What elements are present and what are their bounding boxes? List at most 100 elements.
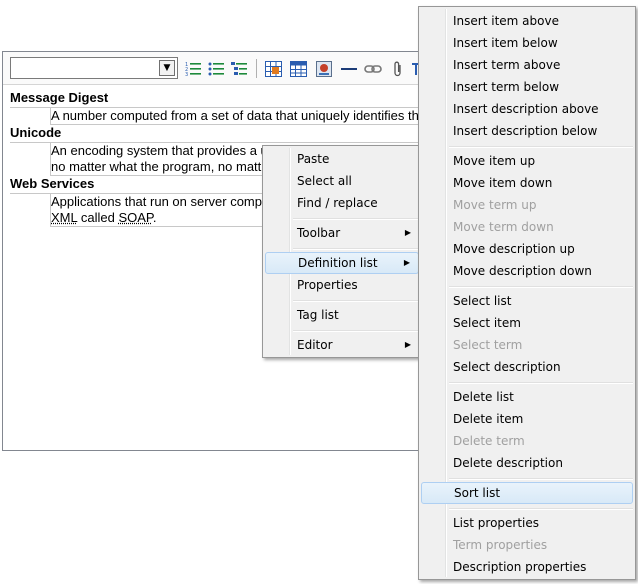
link-icon[interactable] bbox=[364, 60, 382, 77]
menu-item-label: Insert term above bbox=[453, 58, 561, 72]
menu-item-insert-item-below[interactable]: Insert item below bbox=[421, 32, 633, 54]
media-icon[interactable] bbox=[315, 60, 333, 77]
definition-list-submenu: Insert item above Insert item below Inse… bbox=[418, 6, 636, 580]
menu-item-delete-term: Delete term bbox=[421, 430, 633, 452]
menu-item-select-term: Select term bbox=[421, 334, 633, 356]
chevron-down-icon[interactable]: ▼ bbox=[159, 60, 175, 76]
menu-item-label: Insert description below bbox=[453, 124, 598, 138]
menu-item-label: Select list bbox=[453, 294, 512, 308]
abbreviation: SOAP bbox=[118, 210, 153, 225]
menu-item-label: Insert term below bbox=[453, 80, 560, 94]
horizontal-rule-icon[interactable] bbox=[340, 60, 358, 77]
format-select[interactable]: ▼ bbox=[10, 57, 178, 79]
menu-item-insert-item-above[interactable]: Insert item above bbox=[421, 10, 633, 32]
menu-item-label: Select description bbox=[453, 360, 561, 374]
menu-item-label: Insert item above bbox=[453, 14, 559, 28]
menu-item-label: Move description up bbox=[453, 242, 575, 256]
menu-item-term-properties: Term properties bbox=[421, 534, 633, 556]
menu-item-label: Tag list bbox=[297, 308, 339, 322]
menu-item-label: Move item up bbox=[453, 154, 536, 168]
menu-item-move-item-down[interactable]: Move item down bbox=[421, 172, 633, 194]
menu-item-select-list[interactable]: Select list bbox=[421, 290, 633, 312]
menu-item-paste[interactable]: Paste bbox=[265, 148, 419, 170]
menu-item-insert-description-below[interactable]: Insert description below bbox=[421, 120, 633, 142]
menu-item-delete-list[interactable]: Delete list bbox=[421, 386, 633, 408]
bullet-list-icon[interactable] bbox=[207, 60, 225, 77]
menu-item-label: Sort list bbox=[454, 486, 501, 500]
menu-item-label: Select all bbox=[297, 174, 352, 188]
toolbar-separator bbox=[256, 59, 257, 78]
menu-item-label: Delete list bbox=[453, 390, 514, 404]
menu-item-label: Delete description bbox=[453, 456, 563, 470]
table-icon[interactable] bbox=[289, 60, 307, 77]
menu-item-list-properties[interactable]: List properties bbox=[421, 512, 633, 534]
menu-item-label: Delete term bbox=[453, 434, 525, 448]
menu-item-delete-item[interactable]: Delete item bbox=[421, 408, 633, 430]
menu-separator bbox=[293, 300, 419, 302]
menu-item-label: Select term bbox=[453, 338, 523, 352]
editor-toolbar: ▼ 123 bbox=[3, 52, 427, 85]
menu-separator bbox=[449, 146, 633, 148]
menu-item-sort-list[interactable]: Sort list bbox=[421, 482, 633, 504]
submenu-arrow-icon: ▶ bbox=[403, 258, 410, 267]
numbered-list-icon[interactable]: 123 bbox=[184, 60, 202, 77]
menu-item-label: Delete item bbox=[453, 412, 524, 426]
menu-item-properties[interactable]: Properties bbox=[265, 274, 419, 296]
submenu-arrow-icon: ▶ bbox=[404, 340, 411, 349]
menu-item-toolbar[interactable]: Toolbar ▶ bbox=[265, 222, 419, 244]
definition-term[interactable]: Message Digest bbox=[10, 90, 427, 108]
menu-item-insert-term-below[interactable]: Insert term below bbox=[421, 76, 633, 98]
description-line: A number computed from a set of data tha… bbox=[51, 108, 419, 123]
submenu-arrow-icon: ▶ bbox=[404, 228, 411, 237]
attachment-icon[interactable] bbox=[389, 60, 407, 77]
menu-item-label: Find / replace bbox=[297, 196, 378, 210]
menu-item-definition-list[interactable]: Definition list ▶ bbox=[265, 252, 419, 274]
menu-item-label: Description properties bbox=[453, 560, 587, 574]
menu-item-find-replace[interactable]: Find / replace bbox=[265, 192, 419, 214]
svg-text:3: 3 bbox=[185, 72, 188, 76]
menu-item-move-item-up[interactable]: Move item up bbox=[421, 150, 633, 172]
menu-item-move-description-down[interactable]: Move description down bbox=[421, 260, 633, 282]
menu-item-label: Paste bbox=[297, 152, 330, 166]
menu-item-insert-description-above[interactable]: Insert description above bbox=[421, 98, 633, 120]
menu-item-label: Move description down bbox=[453, 264, 592, 278]
outline-list-icon[interactable] bbox=[230, 60, 248, 77]
image-icon[interactable] bbox=[264, 60, 282, 77]
definition-term[interactable]: Unicode bbox=[10, 125, 427, 143]
menu-item-label: Editor bbox=[297, 338, 333, 352]
menu-item-select-description[interactable]: Select description bbox=[421, 356, 633, 378]
menu-separator bbox=[449, 478, 633, 480]
menu-item-description-properties[interactable]: Description properties bbox=[421, 556, 633, 578]
menu-separator bbox=[449, 286, 633, 288]
menu-separator bbox=[293, 330, 419, 332]
menu-item-label: Move item down bbox=[453, 176, 553, 190]
menu-item-label: Properties bbox=[297, 278, 358, 292]
menu-item-label: Move term down bbox=[453, 220, 554, 234]
menu-item-move-term-down: Move term down bbox=[421, 216, 633, 238]
menu-item-label: Move term up bbox=[453, 198, 537, 212]
menu-item-label: Insert description above bbox=[453, 102, 599, 116]
menu-item-editor[interactable]: Editor ▶ bbox=[265, 334, 419, 356]
menu-item-label: Term properties bbox=[453, 538, 548, 552]
menu-separator bbox=[449, 508, 633, 510]
context-menu: Paste Select all Find / replace Toolbar ▶… bbox=[262, 145, 422, 358]
description-text: . bbox=[152, 210, 157, 225]
menu-item-delete-description[interactable]: Delete description bbox=[421, 452, 633, 474]
menu-item-label: Definition list bbox=[298, 256, 378, 270]
menu-separator bbox=[293, 218, 419, 220]
menu-item-select-item[interactable]: Select item bbox=[421, 312, 633, 334]
menu-item-move-term-up: Move term up bbox=[421, 194, 633, 216]
menu-item-label: Toolbar bbox=[297, 226, 341, 240]
menu-item-move-description-up[interactable]: Move description up bbox=[421, 238, 633, 260]
menu-item-select-all[interactable]: Select all bbox=[265, 170, 419, 192]
menu-item-label: Select item bbox=[453, 316, 521, 330]
menu-item-label: Insert item below bbox=[453, 36, 558, 50]
menu-item-tag-list[interactable]: Tag list bbox=[265, 304, 419, 326]
menu-separator bbox=[449, 382, 633, 384]
menu-item-label: List properties bbox=[453, 516, 540, 530]
definition-description[interactable]: A number computed from a set of data tha… bbox=[50, 108, 427, 125]
abbreviation: XML bbox=[51, 210, 78, 225]
menu-separator bbox=[293, 248, 419, 250]
description-text: called bbox=[77, 210, 119, 225]
menu-item-insert-term-above[interactable]: Insert term above bbox=[421, 54, 633, 76]
